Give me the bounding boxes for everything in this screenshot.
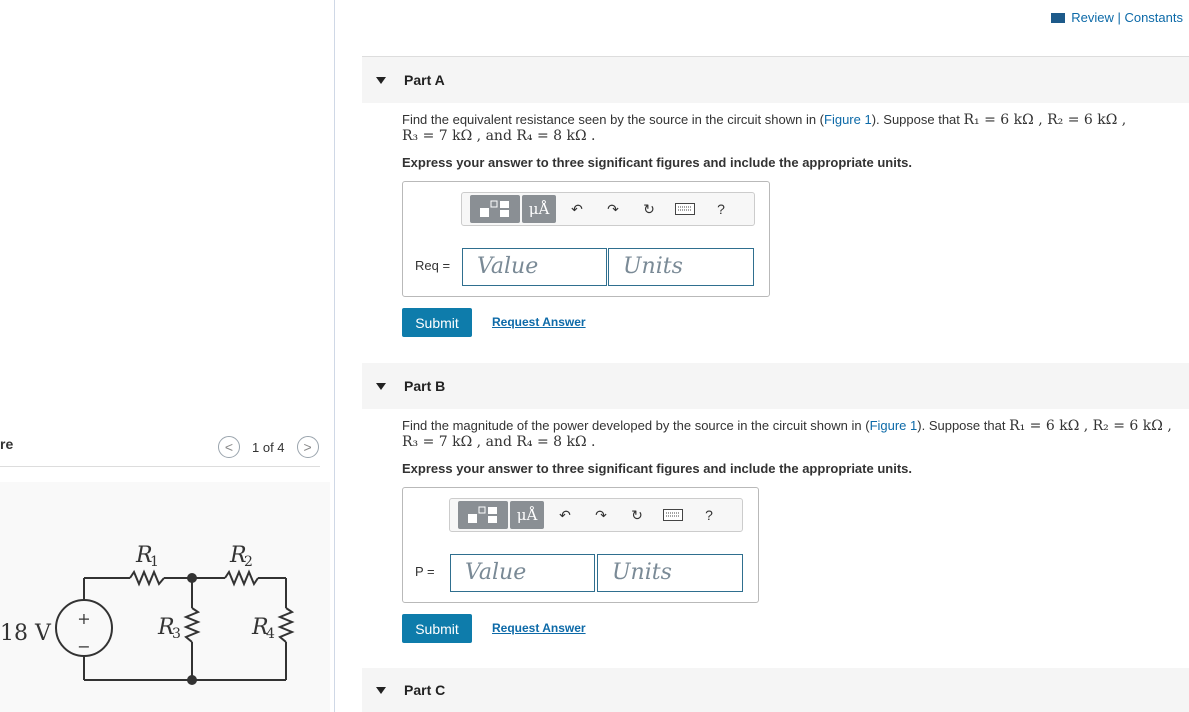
part-a-title: Part A xyxy=(404,72,445,88)
redo-button[interactable]: ↷ xyxy=(598,196,628,222)
req-label: Req = xyxy=(415,258,451,273)
figure-counter: 1 of 4 xyxy=(252,439,285,455)
book-icon xyxy=(1051,12,1066,23)
math-toolbar: μÅ ↶ ↷ ↻ ? xyxy=(449,498,743,532)
templates-button[interactable] xyxy=(470,195,520,223)
given-values-line1: R₁ = 6 kΩ , R₂ = 6 kΩ , xyxy=(1009,418,1172,434)
redo-button[interactable]: ↷ xyxy=(586,502,616,528)
keyboard-button[interactable] xyxy=(670,196,700,222)
question-text: Find the magnitude of the power develope… xyxy=(402,418,870,433)
p-label: P = xyxy=(415,564,435,579)
part-b-header[interactable]: Part B xyxy=(362,363,1189,409)
part-b-answer-box: μÅ ↶ ↷ ↻ ? P = Value Units xyxy=(402,487,759,603)
units-button[interactable]: μÅ xyxy=(522,195,556,223)
part-a-request-answer-link[interactable]: Request Answer xyxy=(492,315,586,329)
node-top xyxy=(187,573,197,583)
part-b-instruction: Express your answer to three significant… xyxy=(402,461,912,476)
r2-subscript: 2 xyxy=(244,554,253,570)
circuit-diagram: + − 18 V R 1 R 2 R 3 R 4 xyxy=(0,543,295,685)
keyboard-icon xyxy=(663,509,683,521)
chevron-left-icon: < xyxy=(224,439,234,455)
undo-button[interactable]: ↶ xyxy=(562,196,592,222)
undo-button[interactable]: ↶ xyxy=(550,502,580,528)
review-constants-link[interactable]: Review | Constants xyxy=(1051,10,1183,25)
part-b-submit-button[interactable]: Submit xyxy=(402,614,472,643)
figure-divider xyxy=(0,466,320,467)
part-a-question: Find the equivalent resistance seen by t… xyxy=(402,112,1172,144)
collapse-triangle-icon xyxy=(376,686,386,694)
value-input[interactable]: Value xyxy=(450,554,595,592)
part-c-title: Part C xyxy=(404,682,446,698)
source-plus: + xyxy=(77,609,90,628)
part-a-submit-button[interactable]: Submit xyxy=(402,308,472,337)
figure-link[interactable]: Figure 1 xyxy=(824,112,872,127)
prev-figure-button[interactable]: < xyxy=(218,436,240,458)
given-values-line1: R₁ = 6 kΩ , R₂ = 6 kΩ , xyxy=(963,112,1127,128)
part-a-header[interactable]: Part A xyxy=(362,57,1189,103)
next-figure-button[interactable]: > xyxy=(296,436,319,458)
math-toolbar: μÅ ↶ ↷ ↻ ? xyxy=(461,192,755,226)
help-button[interactable]: ? xyxy=(694,502,724,528)
panel-divider xyxy=(334,0,335,712)
redo-icon: ↷ xyxy=(607,200,619,217)
collapse-triangle-icon xyxy=(376,382,386,390)
part-b-title: Part B xyxy=(404,378,446,394)
source-voltage-label: 18 V xyxy=(0,621,52,646)
units-input[interactable]: Units xyxy=(608,248,754,286)
question-text: Find the equivalent resistance seen by t… xyxy=(402,112,825,127)
units-button[interactable]: μÅ xyxy=(510,501,544,529)
part-b-question: Find the magnitude of the power develope… xyxy=(402,418,1172,450)
question-text-suffix: ). Suppose that xyxy=(871,112,960,127)
help-button[interactable]: ? xyxy=(706,196,736,222)
reset-button[interactable]: ↻ xyxy=(622,502,652,528)
value-input[interactable]: Value xyxy=(462,248,607,286)
r1-subscript: 1 xyxy=(150,554,159,570)
keyboard-icon xyxy=(675,203,695,215)
reset-button[interactable]: ↻ xyxy=(634,196,664,222)
part-b-request-answer-link[interactable]: Request Answer xyxy=(492,621,586,635)
undo-icon: ↶ xyxy=(559,506,571,523)
circuit-figure: + − 18 V R 1 R 2 R 3 R 4 xyxy=(0,482,330,712)
part-a-instruction: Express your answer to three significant… xyxy=(402,155,912,170)
templates-icon xyxy=(468,506,497,523)
undo-icon: ↶ xyxy=(571,200,583,217)
reset-icon: ↻ xyxy=(643,200,655,217)
units-input[interactable]: Units xyxy=(597,554,743,592)
r4-subscript: 4 xyxy=(266,626,275,642)
redo-icon: ↷ xyxy=(595,506,607,523)
keyboard-button[interactable] xyxy=(658,502,688,528)
collapse-triangle-icon xyxy=(376,76,386,84)
figure-link[interactable]: Figure 1 xyxy=(870,418,918,433)
r3-subscript: 3 xyxy=(172,626,181,642)
reset-icon: ↻ xyxy=(631,506,643,523)
given-values-line2: R₃ = 7 kΩ , and R₄ = 8 kΩ . xyxy=(402,434,596,450)
question-text-suffix: ). Suppose that xyxy=(917,418,1006,433)
review-constants-text: Review | Constants xyxy=(1071,10,1183,25)
figure-title: re xyxy=(0,436,14,452)
part-a-answer-box: μÅ ↶ ↷ ↻ ? Req = Value Units xyxy=(402,181,770,297)
templates-button[interactable] xyxy=(458,501,508,529)
templates-icon xyxy=(480,200,509,217)
part-c-header[interactable]: Part C xyxy=(362,668,1189,712)
figure-nav: < 1 of 4 > xyxy=(218,436,319,458)
given-values-line2: R₃ = 7 kΩ , and R₄ = 8 kΩ . xyxy=(402,128,596,144)
figure-panel: re < 1 of 4 > + − 18 V R 1 R 2 R 3 R 4 xyxy=(0,0,334,712)
source-minus: − xyxy=(77,637,90,656)
chevron-right-icon: > xyxy=(303,439,312,455)
node-bottom xyxy=(187,675,197,685)
